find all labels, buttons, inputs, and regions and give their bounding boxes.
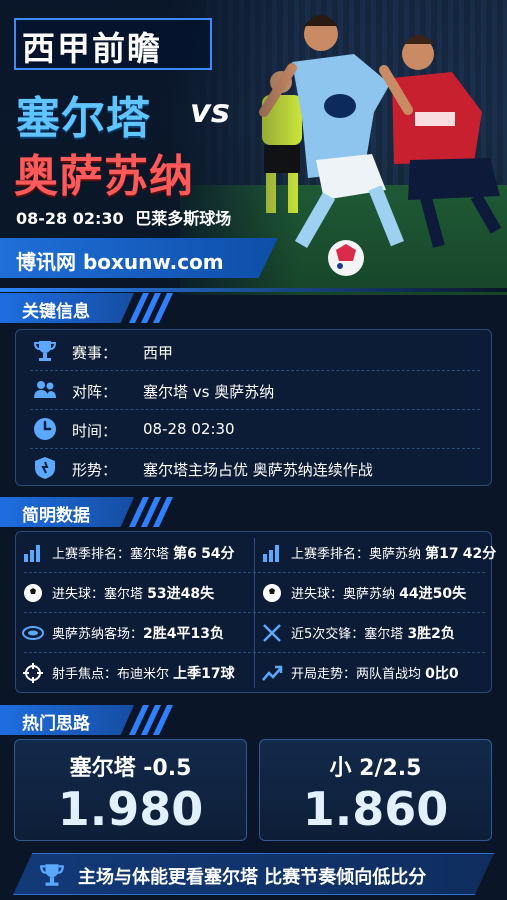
stat-text: 射手焦点：布迪米尔 上季17球 [52, 666, 235, 682]
crosshair-icon [23, 663, 43, 683]
match-time-venue: 08-28 02:30 巴莱多斯球场 [16, 205, 231, 229]
stat-cell: 进失球：塞尔塔 53进48失 [16, 572, 254, 612]
info-value: 塞尔塔主场占优 奥萨苏纳连续作战 [143, 461, 373, 479]
stadium-icon [22, 626, 44, 640]
page-title: 西甲前瞻 [22, 29, 162, 68]
stat-cell: 上赛季排名：塞尔塔 第6 54分 [16, 532, 254, 572]
trend-icon [262, 665, 283, 681]
clock-icon [34, 418, 56, 440]
stripes-decoration [128, 293, 176, 323]
summary-banner: 主场与体能更看塞尔塔 比赛节奏倾向低比分 [13, 853, 494, 895]
tip-title: 塞尔塔 -0.5 [69, 756, 192, 781]
stat-cell: 进失球：奥萨苏纳 44进50失 [255, 572, 493, 612]
info-label: 形势： [72, 461, 118, 479]
bar-chart-icon [263, 545, 279, 562]
tip-title: 小 2/2.5 [329, 756, 422, 781]
trophy-icon [40, 864, 64, 886]
tip-odds: 1.860 [302, 782, 449, 836]
users-icon [34, 381, 56, 398]
stripes-decoration [128, 705, 176, 735]
team-a-name: 塞尔塔 [16, 93, 151, 144]
swords-icon [263, 624, 281, 642]
venue: 巴莱多斯球场 [135, 209, 232, 228]
football-icon [24, 584, 42, 602]
stat-cell: 射手焦点：布迪米尔 上季17球 [16, 652, 254, 692]
stat-text: 近5次交锋：塞尔塔 3胜2负 [291, 626, 455, 642]
stat-text: 上赛季排名：塞尔塔 第6 54分 [52, 546, 235, 562]
osasuna-player-figure [392, 35, 502, 248]
divider-line [0, 288, 507, 292]
football-ball [328, 240, 364, 276]
tip-odds: 1.980 [57, 782, 204, 836]
info-row: 时间： 08-28 02:30 [16, 410, 493, 448]
stat-cell: 开局走势：两队首战均 0比0 [255, 652, 493, 692]
section-key-info: 关键信息 [0, 293, 134, 323]
stripes-decoration [128, 497, 176, 527]
info-row: 对阵： 塞尔塔 vs 奥萨苏纳 [16, 371, 493, 409]
section-title: 关键信息 [22, 302, 90, 322]
team-b-name: 奥萨苏纳 [14, 151, 194, 202]
bar-chart-icon [24, 545, 40, 562]
stat-text: 奥萨苏纳客场：2胜4平13负 [52, 626, 224, 642]
stat-cell: 奥萨苏纳客场：2胜4平13负 [16, 612, 254, 652]
section-stats: 简明数据 [0, 497, 134, 527]
stat-cell: 近5次交锋：塞尔塔 3胜2负 [255, 612, 493, 652]
section-title: 简明数据 [22, 506, 90, 526]
info-row: 赛事： 西甲 [16, 332, 493, 370]
shield-icon [35, 457, 55, 479]
stat-text: 开局走势：两队首战均 0比0 [291, 666, 459, 682]
stats-panel: 上赛季排名：塞尔塔 第6 54分 上赛季排名：奥萨苏纳 第17 42分 进失球：… [15, 531, 497, 693]
match-time: 08-28 02:30 [16, 209, 124, 228]
info-value: 西甲 [143, 344, 174, 362]
info-label: 时间： [72, 422, 118, 440]
info-label: 对阵： [72, 383, 118, 401]
info-row: 形势： 塞尔塔主场占优 奥萨苏纳连续作战 [16, 449, 493, 487]
brand-banner[interactable]: 博讯网 boxunw.com [0, 238, 278, 278]
section-tips: 热门思路 [0, 705, 134, 735]
tip-card-handicap[interactable]: 塞尔塔 -0.5 1.980 [14, 739, 247, 841]
trophy-icon [33, 341, 57, 361]
vs-label: vs [190, 92, 230, 130]
tip-card-total[interactable]: 小 2/2.5 1.860 [259, 739, 492, 841]
key-info-panel: 赛事： 西甲 对阵： 塞尔塔 vs 奥萨苏纳 时间： 08-28 02:30 形… [15, 329, 492, 486]
info-label: 赛事： [72, 344, 118, 362]
football-icon [263, 584, 281, 602]
stat-text: 进失球：塞尔塔 53进48失 [52, 586, 215, 602]
summary-text: 主场与体能更看塞尔塔 比赛节奏倾向低比分 [78, 867, 427, 888]
info-value: 塞尔塔 vs 奥萨苏纳 [143, 383, 275, 401]
stat-text: 上赛季排名：奥萨苏纳 第17 42分 [291, 546, 497, 562]
stat-cell: 上赛季排名：奥萨苏纳 第17 42分 [255, 532, 497, 572]
stat-text: 进失球：奥萨苏纳 44进50失 [291, 586, 467, 602]
brand-text: 博讯网 boxunw.com [16, 250, 224, 274]
info-value: 08-28 02:30 [143, 420, 235, 438]
section-title: 热门思路 [22, 714, 90, 734]
